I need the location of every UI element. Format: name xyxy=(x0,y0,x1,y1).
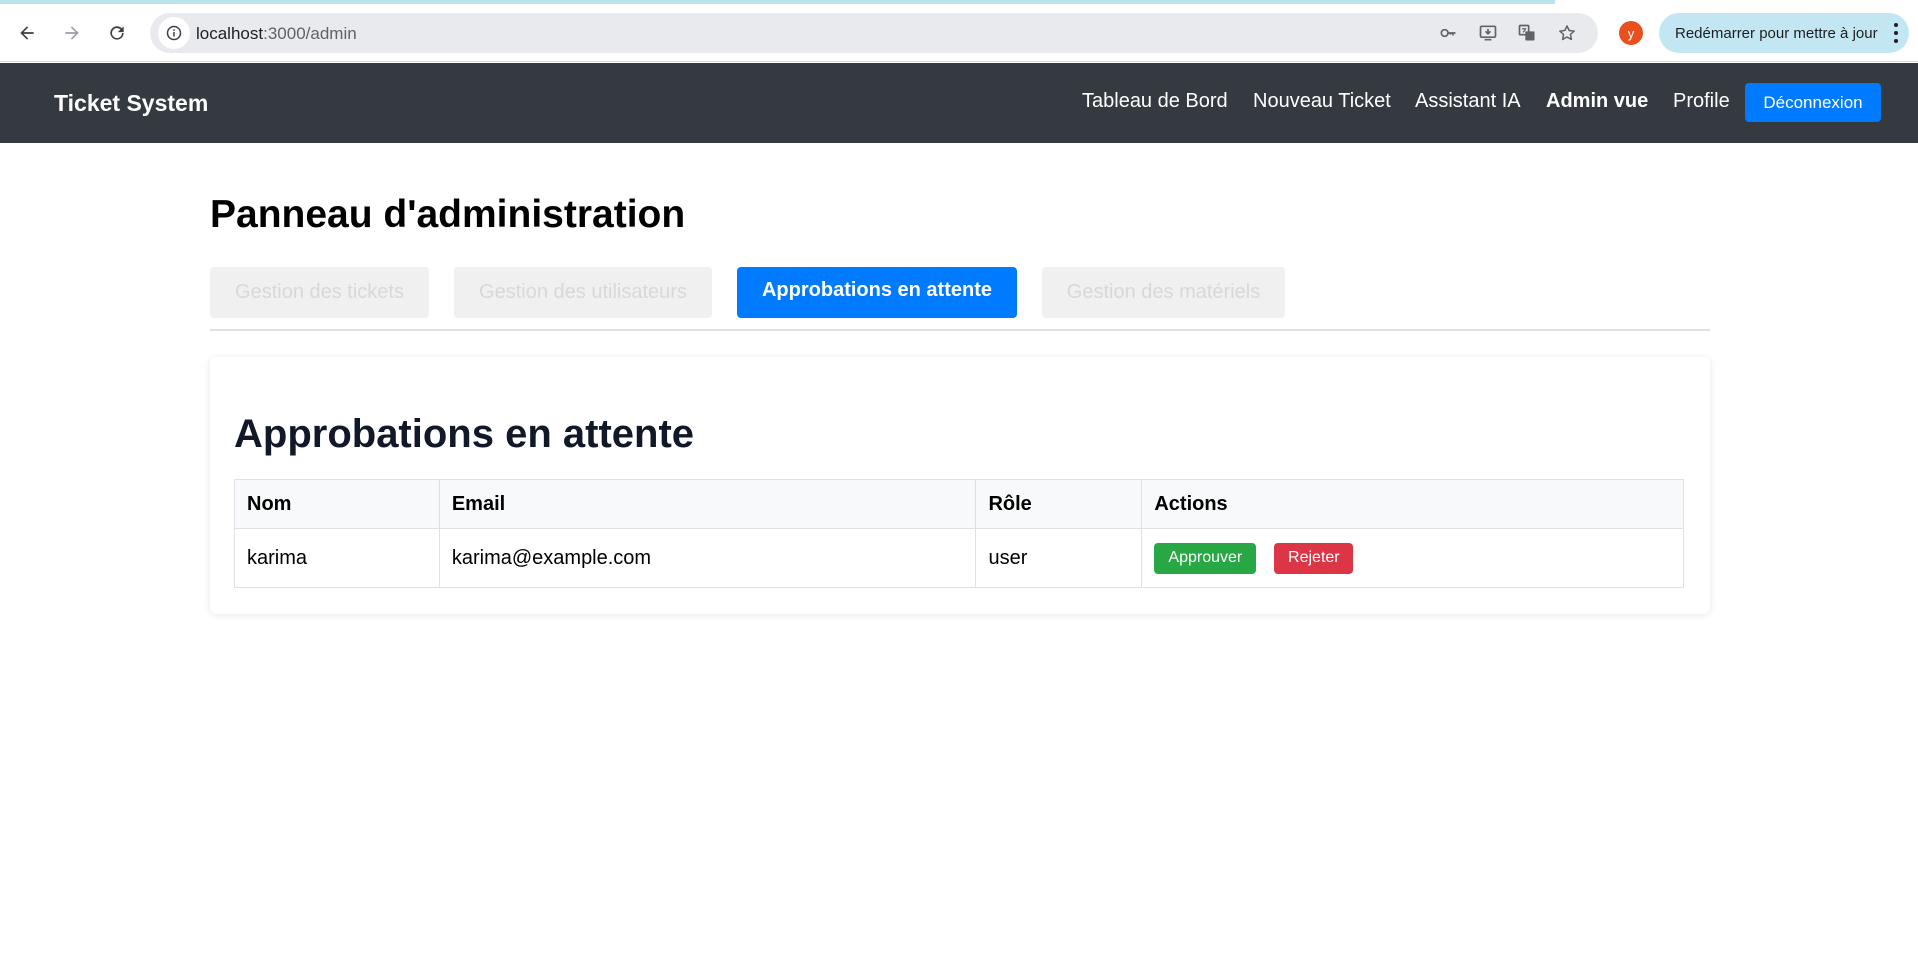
reload-button[interactable] xyxy=(99,15,135,51)
approvals-card: Approbations en attente Nom Email Rôle A… xyxy=(210,357,1710,614)
column-header-role: Rôle xyxy=(975,479,1143,529)
tab-equipment[interactable]: Gestion des matériels xyxy=(1042,267,1285,318)
column-header-actions: Actions xyxy=(1141,479,1684,529)
address-bar[interactable]: localhost:3000/admin xyxy=(150,13,1598,53)
site-info-button[interactable] xyxy=(158,17,190,49)
approvals-title: Approbations en attente xyxy=(234,412,695,456)
translate-icon[interactable] xyxy=(1515,21,1539,45)
cell-role: user xyxy=(975,528,1143,588)
logout-button[interactable]: Déconnexion xyxy=(1745,83,1881,122)
brand-logo[interactable]: Ticket System xyxy=(54,90,208,117)
column-header-name: Nom xyxy=(234,479,440,529)
nav-link-dashboard[interactable]: Tableau de Bord xyxy=(1082,90,1228,113)
browser-tab-strip xyxy=(0,0,1555,4)
profile-avatar[interactable]: y xyxy=(1619,21,1643,45)
reject-button[interactable]: Rejeter xyxy=(1274,542,1354,574)
back-button[interactable] xyxy=(9,15,45,51)
column-header-email: Email xyxy=(438,479,977,529)
tab-pending-approvals[interactable]: Approbations en attente xyxy=(737,267,1017,318)
reload-icon xyxy=(110,26,124,40)
cell-actions: Approuver Rejeter xyxy=(1141,528,1684,588)
tab-tickets[interactable]: Gestion des tickets xyxy=(210,267,429,318)
cell-email: karima@example.com xyxy=(438,528,977,588)
install-app-icon[interactable] xyxy=(1476,21,1500,45)
star-icon[interactable] xyxy=(1555,21,1579,45)
url-host: localhost xyxy=(196,24,264,43)
tab-users[interactable]: Gestion des utilisateurs xyxy=(454,267,712,318)
approve-button[interactable]: Approuver xyxy=(1154,542,1257,574)
restart-label: Redémarrer pour mettre à jour xyxy=(1675,24,1878,42)
forward-button[interactable] xyxy=(54,15,90,51)
approvals-table: Nom Email Rôle Actions karima karima@exa… xyxy=(234,479,1684,588)
page-title: Panneau d'administration xyxy=(210,193,686,236)
tabs-divider xyxy=(210,329,1710,331)
url-text: localhost:3000/admin xyxy=(196,24,357,44)
nav-link-new-ticket[interactable]: Nouveau Ticket xyxy=(1253,90,1391,113)
nav-link-profile[interactable]: Profile xyxy=(1673,90,1730,113)
info-icon xyxy=(166,25,182,41)
table-header-row: Nom Email Rôle Actions xyxy=(234,479,1684,529)
key-icon[interactable] xyxy=(1436,21,1460,45)
restart-to-update-button[interactable]: Redémarrer pour mettre à jour xyxy=(1659,13,1909,53)
app-navbar: Ticket System Tableau de Bord Nouveau Ti… xyxy=(0,63,1918,143)
browser-toolbar: localhost:3000/admin y Redémarrer pour m… xyxy=(0,0,1918,62)
cell-name: karima xyxy=(234,528,440,588)
url-path: :3000/admin xyxy=(263,24,357,43)
table-row: karima karima@example.com user Approuver… xyxy=(234,528,1684,588)
more-menu-icon[interactable] xyxy=(1893,23,1899,43)
arrow-left-icon xyxy=(20,26,34,40)
nav-link-ai-assistant[interactable]: Assistant IA xyxy=(1415,90,1521,113)
arrow-right-icon xyxy=(65,26,79,40)
nav-link-admin[interactable]: Admin vue xyxy=(1546,90,1648,113)
